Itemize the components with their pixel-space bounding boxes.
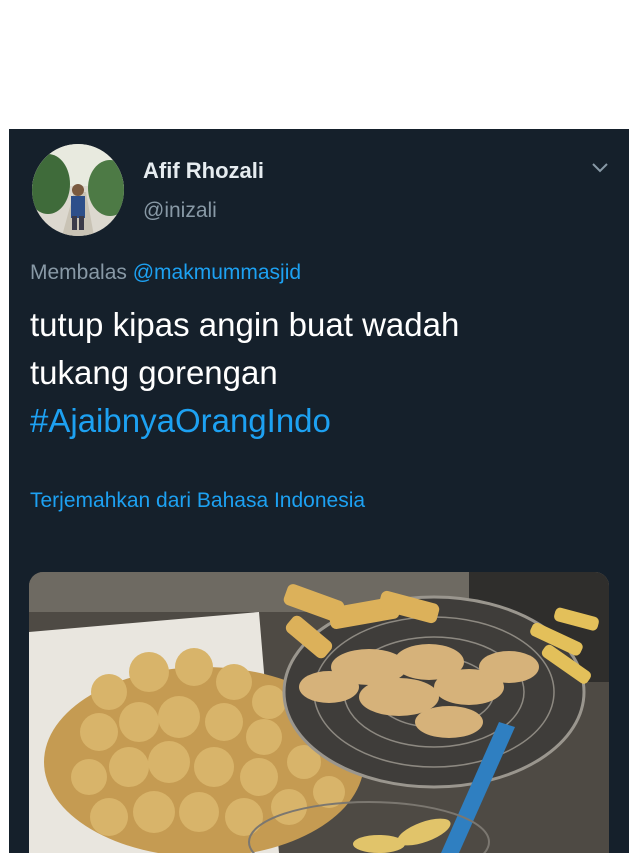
reply-mention-link[interactable]: @makmummasjid — [133, 261, 301, 284]
chevron-down-icon[interactable] — [589, 156, 611, 178]
avatar-photo — [32, 144, 124, 236]
hashtag-link[interactable]: #AjaibnyaOrangIndo — [30, 397, 610, 445]
translate-link[interactable]: Terjemahkan dari Bahasa Indonesia — [30, 489, 365, 513]
author-name[interactable]: Afif Rhozali — [143, 158, 264, 184]
avatar[interactable] — [32, 144, 124, 236]
tweet-text-line: tukang gorengan — [30, 354, 278, 391]
author-handle[interactable]: @inizali — [143, 199, 217, 223]
tweet-media[interactable] — [29, 572, 609, 853]
reply-prefix: Membalas — [30, 261, 127, 284]
tweet-text-line: tutup kipas angin buat wadah — [30, 306, 460, 343]
tweet-text: tutup kipas angin buat wadah tukang gore… — [30, 301, 610, 445]
fried-snacks-photo — [29, 572, 609, 853]
tweet-card[interactable]: Afif Rhozali @inizali Membalas @makmumma… — [9, 129, 629, 853]
reply-context: Membalas @makmummasjid — [30, 261, 301, 285]
